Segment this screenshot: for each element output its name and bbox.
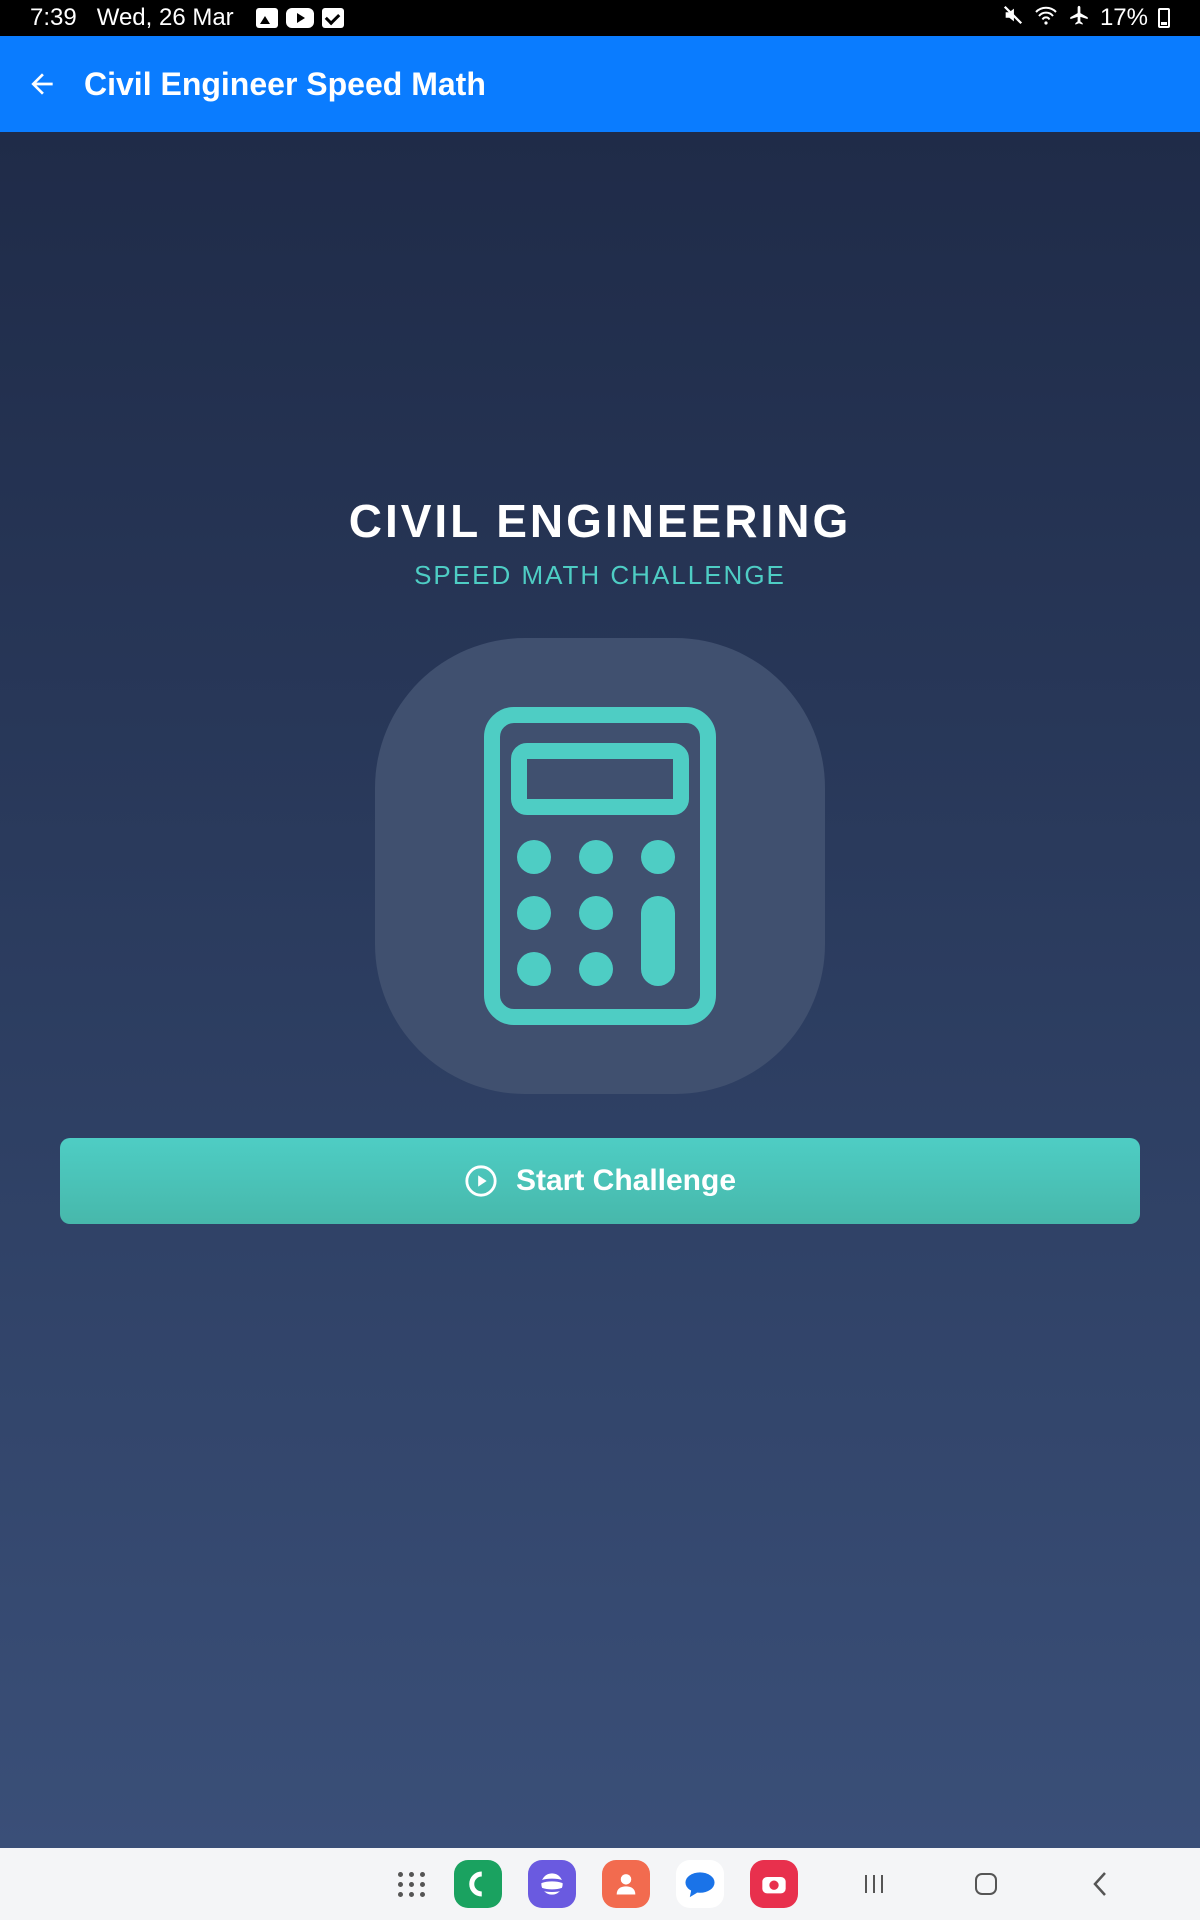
hero-title: CIVIL ENGINEERING bbox=[348, 495, 852, 547]
calculator-icon bbox=[484, 707, 716, 1025]
home-button[interactable] bbox=[962, 1860, 1010, 1908]
camera-app-icon[interactable] bbox=[750, 1860, 798, 1908]
phone-app-icon[interactable] bbox=[454, 1860, 502, 1908]
status-bar: 7:39 Wed, 26 Mar 17% bbox=[0, 0, 1200, 36]
airplane-icon bbox=[1068, 4, 1090, 32]
system-back-button[interactable] bbox=[1076, 1860, 1124, 1908]
status-date: Wed, 26 Mar bbox=[96, 4, 234, 31]
wifi-icon bbox=[1034, 5, 1058, 31]
youtube-icon bbox=[285, 8, 314, 28]
start-challenge-label: Start Challenge bbox=[515, 1164, 737, 1197]
navigation-bar bbox=[0, 1848, 1200, 1920]
app-bar: Civil Engineer Speed Math bbox=[0, 36, 1200, 132]
mute-icon bbox=[1002, 4, 1024, 32]
contacts-app-icon[interactable] bbox=[602, 1860, 650, 1908]
arrow-left-icon bbox=[31, 73, 53, 95]
hero-subtitle: SPEED MATH CHALLENGE bbox=[414, 560, 786, 590]
browser-app-icon[interactable] bbox=[528, 1860, 576, 1908]
battery-percent: 17% bbox=[1099, 4, 1148, 31]
status-time: 7:39 bbox=[30, 4, 77, 31]
recents-button[interactable] bbox=[850, 1860, 898, 1908]
play-circle-icon bbox=[465, 1165, 497, 1197]
back-button[interactable] bbox=[22, 64, 62, 104]
calculator-tile bbox=[375, 638, 825, 1094]
battery-icon bbox=[1158, 8, 1170, 28]
check-icon bbox=[321, 8, 344, 28]
apps-grid-icon[interactable] bbox=[388, 1860, 436, 1908]
page-title: Civil Engineer Speed Math bbox=[84, 65, 486, 102]
start-challenge-button[interactable]: Start Challenge bbox=[60, 1138, 1140, 1224]
messages-app-icon[interactable] bbox=[676, 1860, 724, 1908]
gallery-icon bbox=[255, 8, 278, 28]
